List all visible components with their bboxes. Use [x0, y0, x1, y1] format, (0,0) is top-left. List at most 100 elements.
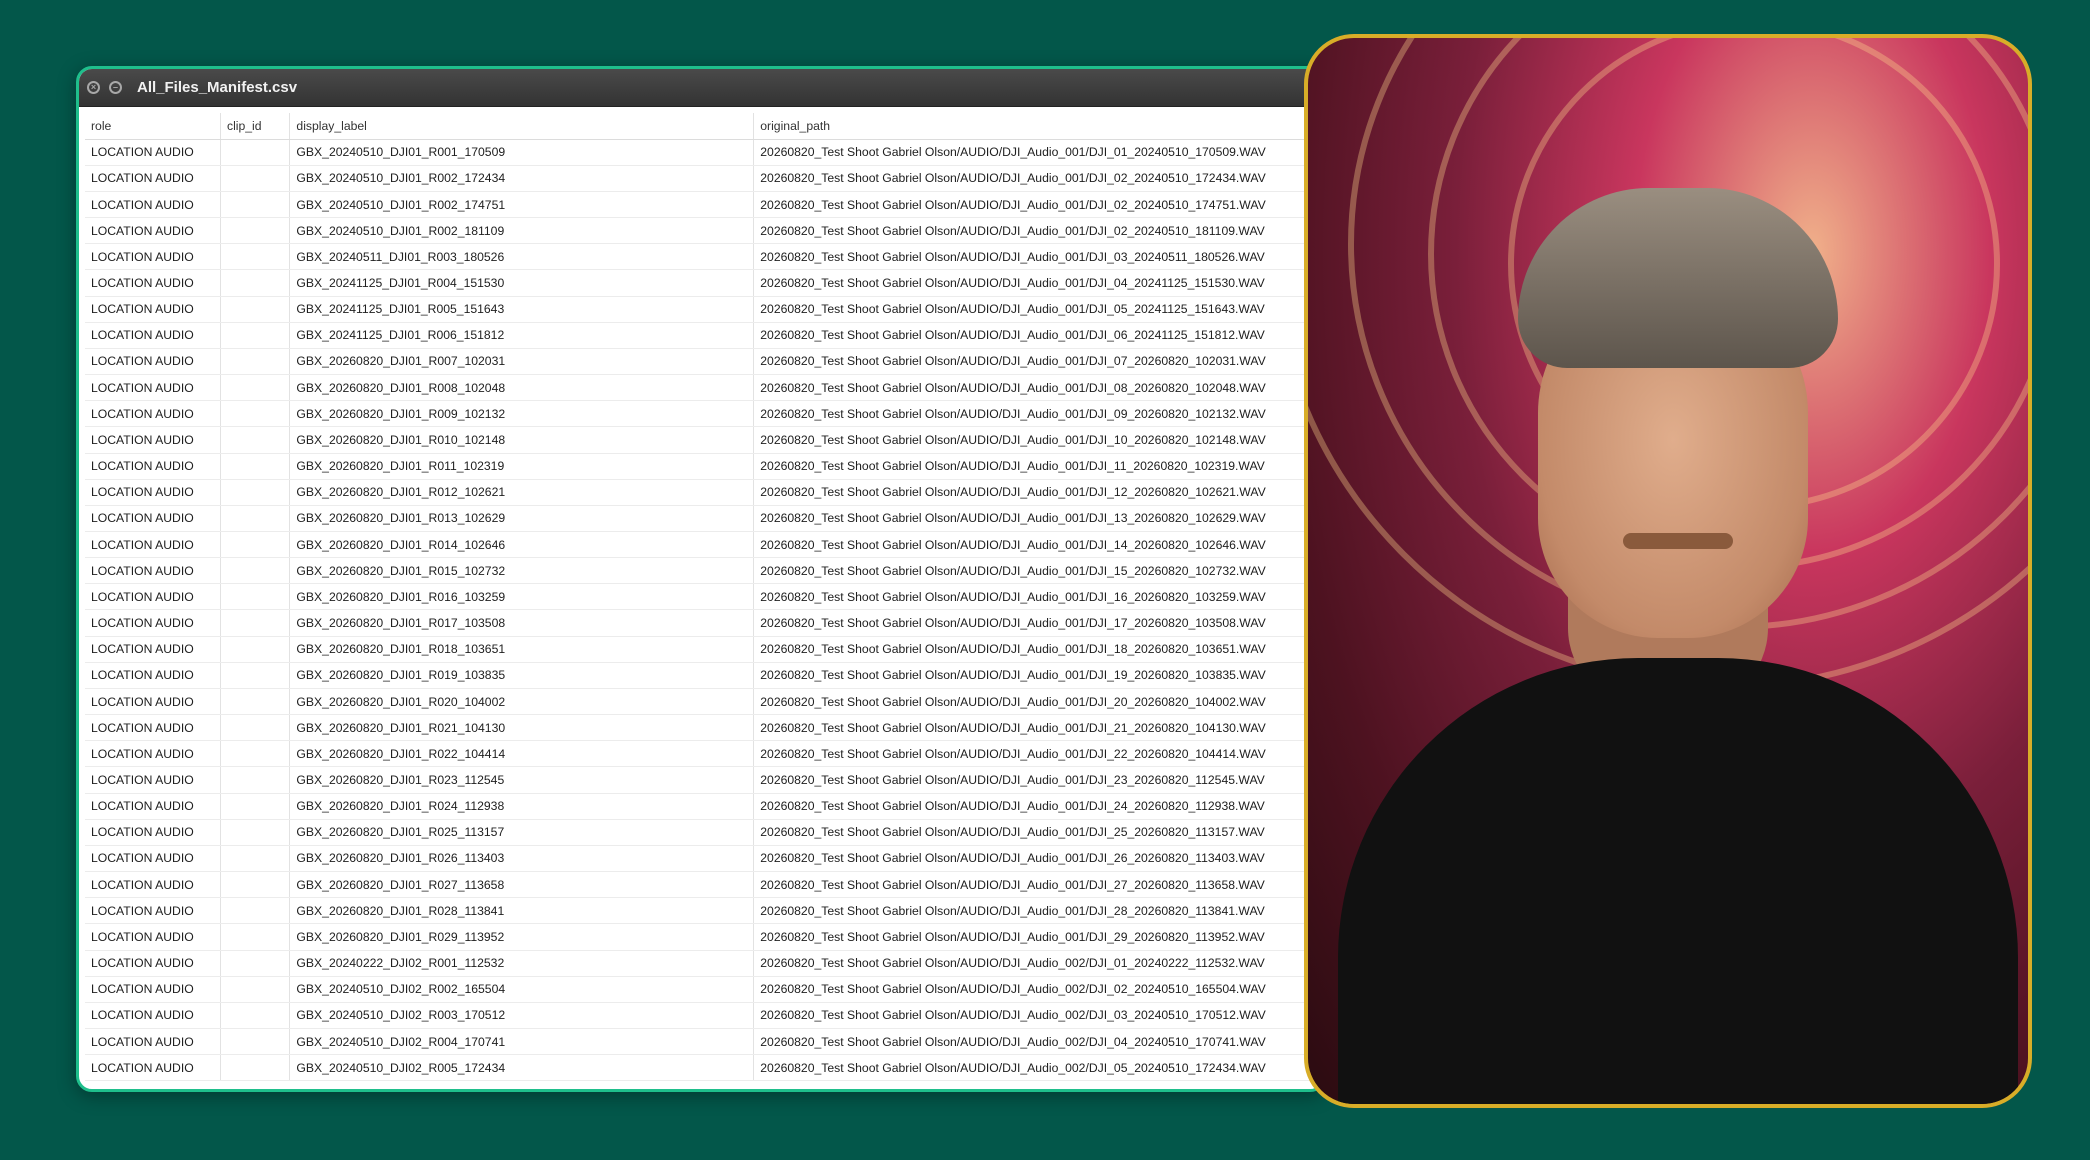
cell-role[interactable]: LOCATION AUDIO [85, 348, 221, 376]
cell-original-path[interactable]: 20260820_Test Shoot Gabriel Olson/AUDIO/… [753, 897, 1323, 925]
cell-clip-id[interactable] [220, 1002, 291, 1029]
cell-role[interactable]: LOCATION AUDIO [85, 897, 221, 925]
cell-role[interactable]: LOCATION AUDIO [85, 531, 221, 559]
cell-display-label[interactable]: GBX_20260820_DJI01_R021_104130 [289, 714, 755, 742]
cell-clip-id[interactable] [220, 1028, 291, 1056]
cell-role[interactable]: LOCATION AUDIO [85, 479, 221, 506]
table-row[interactable]: LOCATION AUDIO GBX_20260820_DJI01_R015_10… [85, 557, 1323, 585]
cell-role[interactable]: LOCATION AUDIO [85, 557, 221, 585]
cell-original-path[interactable]: 20260820_Test Shoot Gabriel Olson/AUDIO/… [753, 269, 1323, 297]
cell-original-path[interactable]: 20260820_Test Shoot Gabriel Olson/AUDIO/… [753, 400, 1323, 428]
table-row[interactable]: LOCATION AUDIO GBX_20260820_DJI01_R027_11… [85, 871, 1323, 899]
cell-display-label[interactable]: GBX_20240510_DJI01_R002_181109 [289, 217, 755, 245]
cell-display-label[interactable]: GBX_20260820_DJI01_R014_102646 [289, 531, 755, 559]
cell-display-label[interactable]: GBX_20260820_DJI01_R009_102132 [289, 400, 755, 428]
table-row[interactable]: LOCATION AUDIO GBX_20260820_DJI01_R020_10… [85, 688, 1323, 716]
cell-role[interactable]: LOCATION AUDIO [85, 662, 221, 689]
cell-clip-id[interactable] [220, 1054, 291, 1082]
table-row[interactable]: LOCATION AUDIO GBX_20260820_DJI01_R026_11… [85, 845, 1323, 873]
table-row[interactable]: LOCATION AUDIO GBX_20260820_DJI01_R013_10… [85, 505, 1323, 533]
cell-clip-id[interactable] [220, 269, 291, 297]
cell-display-label[interactable]: GBX_20260820_DJI01_R010_102148 [289, 426, 755, 454]
cell-display-label[interactable]: GBX_20240510_DJI01_R001_170509 [289, 139, 755, 166]
cell-original-path[interactable]: 20260820_Test Shoot Gabriel Olson/AUDIO/… [753, 714, 1323, 742]
cell-clip-id[interactable] [220, 426, 291, 454]
cell-role[interactable]: LOCATION AUDIO [85, 871, 221, 899]
cell-original-path[interactable]: 20260820_Test Shoot Gabriel Olson/AUDIO/… [753, 1054, 1323, 1082]
cell-role[interactable]: LOCATION AUDIO [85, 819, 221, 846]
table-row[interactable]: LOCATION AUDIO GBX_20260820_DJI01_R014_10… [85, 531, 1323, 559]
cell-role[interactable]: LOCATION AUDIO [85, 374, 221, 402]
cell-original-path[interactable]: 20260820_Test Shoot Gabriel Olson/AUDIO/… [753, 845, 1323, 873]
table-row[interactable]: LOCATION AUDIO GBX_20240222_DJI02_R001_11… [85, 950, 1323, 977]
cell-role[interactable]: LOCATION AUDIO [85, 243, 221, 271]
cell-role[interactable]: LOCATION AUDIO [85, 1002, 221, 1029]
cell-display-label[interactable]: GBX_20260820_DJI01_R017_103508 [289, 609, 755, 637]
cell-display-label[interactable]: GBX_20240510_DJI02_R005_172434 [289, 1054, 755, 1082]
cell-original-path[interactable]: 20260820_Test Shoot Gabriel Olson/AUDIO/… [753, 950, 1323, 977]
cell-clip-id[interactable] [220, 374, 291, 402]
cell-display-label[interactable]: GBX_20260820_DJI01_R020_104002 [289, 688, 755, 716]
cell-clip-id[interactable] [220, 766, 291, 794]
cell-display-label[interactable]: GBX_20260820_DJI01_R011_102319 [289, 453, 755, 480]
cell-original-path[interactable]: 20260820_Test Shoot Gabriel Olson/AUDIO/… [753, 871, 1323, 899]
cell-original-path[interactable]: 20260820_Test Shoot Gabriel Olson/AUDIO/… [753, 479, 1323, 506]
cell-display-label[interactable]: GBX_20260820_DJI01_R024_112938 [289, 793, 755, 820]
cell-display-label[interactable]: GBX_20260820_DJI01_R023_112545 [289, 766, 755, 794]
cell-role[interactable]: LOCATION AUDIO [85, 688, 221, 716]
cell-role[interactable]: LOCATION AUDIO [85, 976, 221, 1003]
cell-display-label[interactable]: GBX_20240510_DJI02_R002_165504 [289, 976, 755, 1003]
table-row[interactable]: LOCATION AUDIO GBX_20240510_DJI02_R002_16… [85, 976, 1323, 1003]
cell-clip-id[interactable] [220, 243, 291, 271]
cell-role[interactable]: LOCATION AUDIO [85, 923, 221, 951]
cell-role[interactable]: LOCATION AUDIO [85, 453, 221, 480]
table-row[interactable]: LOCATION AUDIO GBX_20240510_DJI02_R004_17… [85, 1028, 1323, 1056]
table-row[interactable]: LOCATION AUDIO GBX_20260820_DJI01_R009_10… [85, 400, 1323, 428]
cell-display-label[interactable]: GBX_20260820_DJI01_R008_102048 [289, 374, 755, 402]
column-header-display-label[interactable]: display_label [289, 113, 755, 140]
cell-clip-id[interactable] [220, 505, 291, 533]
table-row[interactable]: LOCATION AUDIO GBX_20240510_DJI02_R003_17… [85, 1002, 1323, 1029]
cell-original-path[interactable]: 20260820_Test Shoot Gabriel Olson/AUDIO/… [753, 296, 1323, 323]
cell-display-label[interactable]: GBX_20260820_DJI01_R022_104414 [289, 740, 755, 768]
cell-clip-id[interactable] [220, 217, 291, 245]
cell-display-label[interactable]: GBX_20241125_DJI01_R004_151530 [289, 269, 755, 297]
cell-role[interactable]: LOCATION AUDIO [85, 793, 221, 820]
table-row[interactable]: LOCATION AUDIO GBX_20260820_DJI01_R028_11… [85, 897, 1323, 925]
cell-original-path[interactable]: 20260820_Test Shoot Gabriel Olson/AUDIO/… [753, 688, 1323, 716]
cell-clip-id[interactable] [220, 557, 291, 585]
cell-original-path[interactable]: 20260820_Test Shoot Gabriel Olson/AUDIO/… [753, 139, 1323, 166]
cell-display-label[interactable]: GBX_20240510_DJI02_R004_170741 [289, 1028, 755, 1056]
cell-original-path[interactable]: 20260820_Test Shoot Gabriel Olson/AUDIO/… [753, 819, 1323, 846]
cell-clip-id[interactable] [220, 819, 291, 846]
table-row[interactable]: LOCATION AUDIO GBX_20241125_DJI01_R004_15… [85, 269, 1323, 297]
cell-role[interactable]: LOCATION AUDIO [85, 950, 221, 977]
cell-original-path[interactable]: 20260820_Test Shoot Gabriel Olson/AUDIO/… [753, 793, 1323, 820]
cell-clip-id[interactable] [220, 662, 291, 689]
cell-display-label[interactable]: GBX_20260820_DJI01_R015_102732 [289, 557, 755, 585]
cell-clip-id[interactable] [220, 322, 291, 349]
table-row[interactable]: LOCATION AUDIO GBX_20240510_DJI01_R002_17… [85, 165, 1323, 192]
cell-display-label[interactable]: GBX_20260820_DJI01_R019_103835 [289, 662, 755, 689]
cell-clip-id[interactable] [220, 950, 291, 977]
cell-display-label[interactable]: GBX_20260820_DJI01_R012_102621 [289, 479, 755, 506]
column-header-role[interactable]: role [85, 113, 221, 140]
cell-original-path[interactable]: 20260820_Test Shoot Gabriel Olson/AUDIO/… [753, 453, 1323, 480]
cell-role[interactable]: LOCATION AUDIO [85, 583, 221, 611]
cell-role[interactable]: LOCATION AUDIO [85, 400, 221, 428]
cell-clip-id[interactable] [220, 479, 291, 506]
cell-clip-id[interactable] [220, 740, 291, 768]
cell-display-label[interactable]: GBX_20260820_DJI01_R026_113403 [289, 845, 755, 873]
cell-display-label[interactable]: GBX_20260820_DJI01_R029_113952 [289, 923, 755, 951]
cell-display-label[interactable]: GBX_20240510_DJI02_R003_170512 [289, 1002, 755, 1029]
cell-clip-id[interactable] [220, 583, 291, 611]
cell-display-label[interactable]: GBX_20260820_DJI01_R018_103651 [289, 636, 755, 663]
cell-display-label[interactable]: GBX_20240510_DJI01_R002_172434 [289, 165, 755, 192]
table-row[interactable]: LOCATION AUDIO GBX_20260820_DJI01_R016_10… [85, 583, 1323, 611]
cell-role[interactable]: LOCATION AUDIO [85, 165, 221, 192]
cell-clip-id[interactable] [220, 609, 291, 637]
cell-original-path[interactable]: 20260820_Test Shoot Gabriel Olson/AUDIO/… [753, 976, 1323, 1003]
cell-original-path[interactable]: 20260820_Test Shoot Gabriel Olson/AUDIO/… [753, 636, 1323, 663]
cell-original-path[interactable]: 20260820_Test Shoot Gabriel Olson/AUDIO/… [753, 191, 1323, 219]
cell-original-path[interactable]: 20260820_Test Shoot Gabriel Olson/AUDIO/… [753, 505, 1323, 533]
